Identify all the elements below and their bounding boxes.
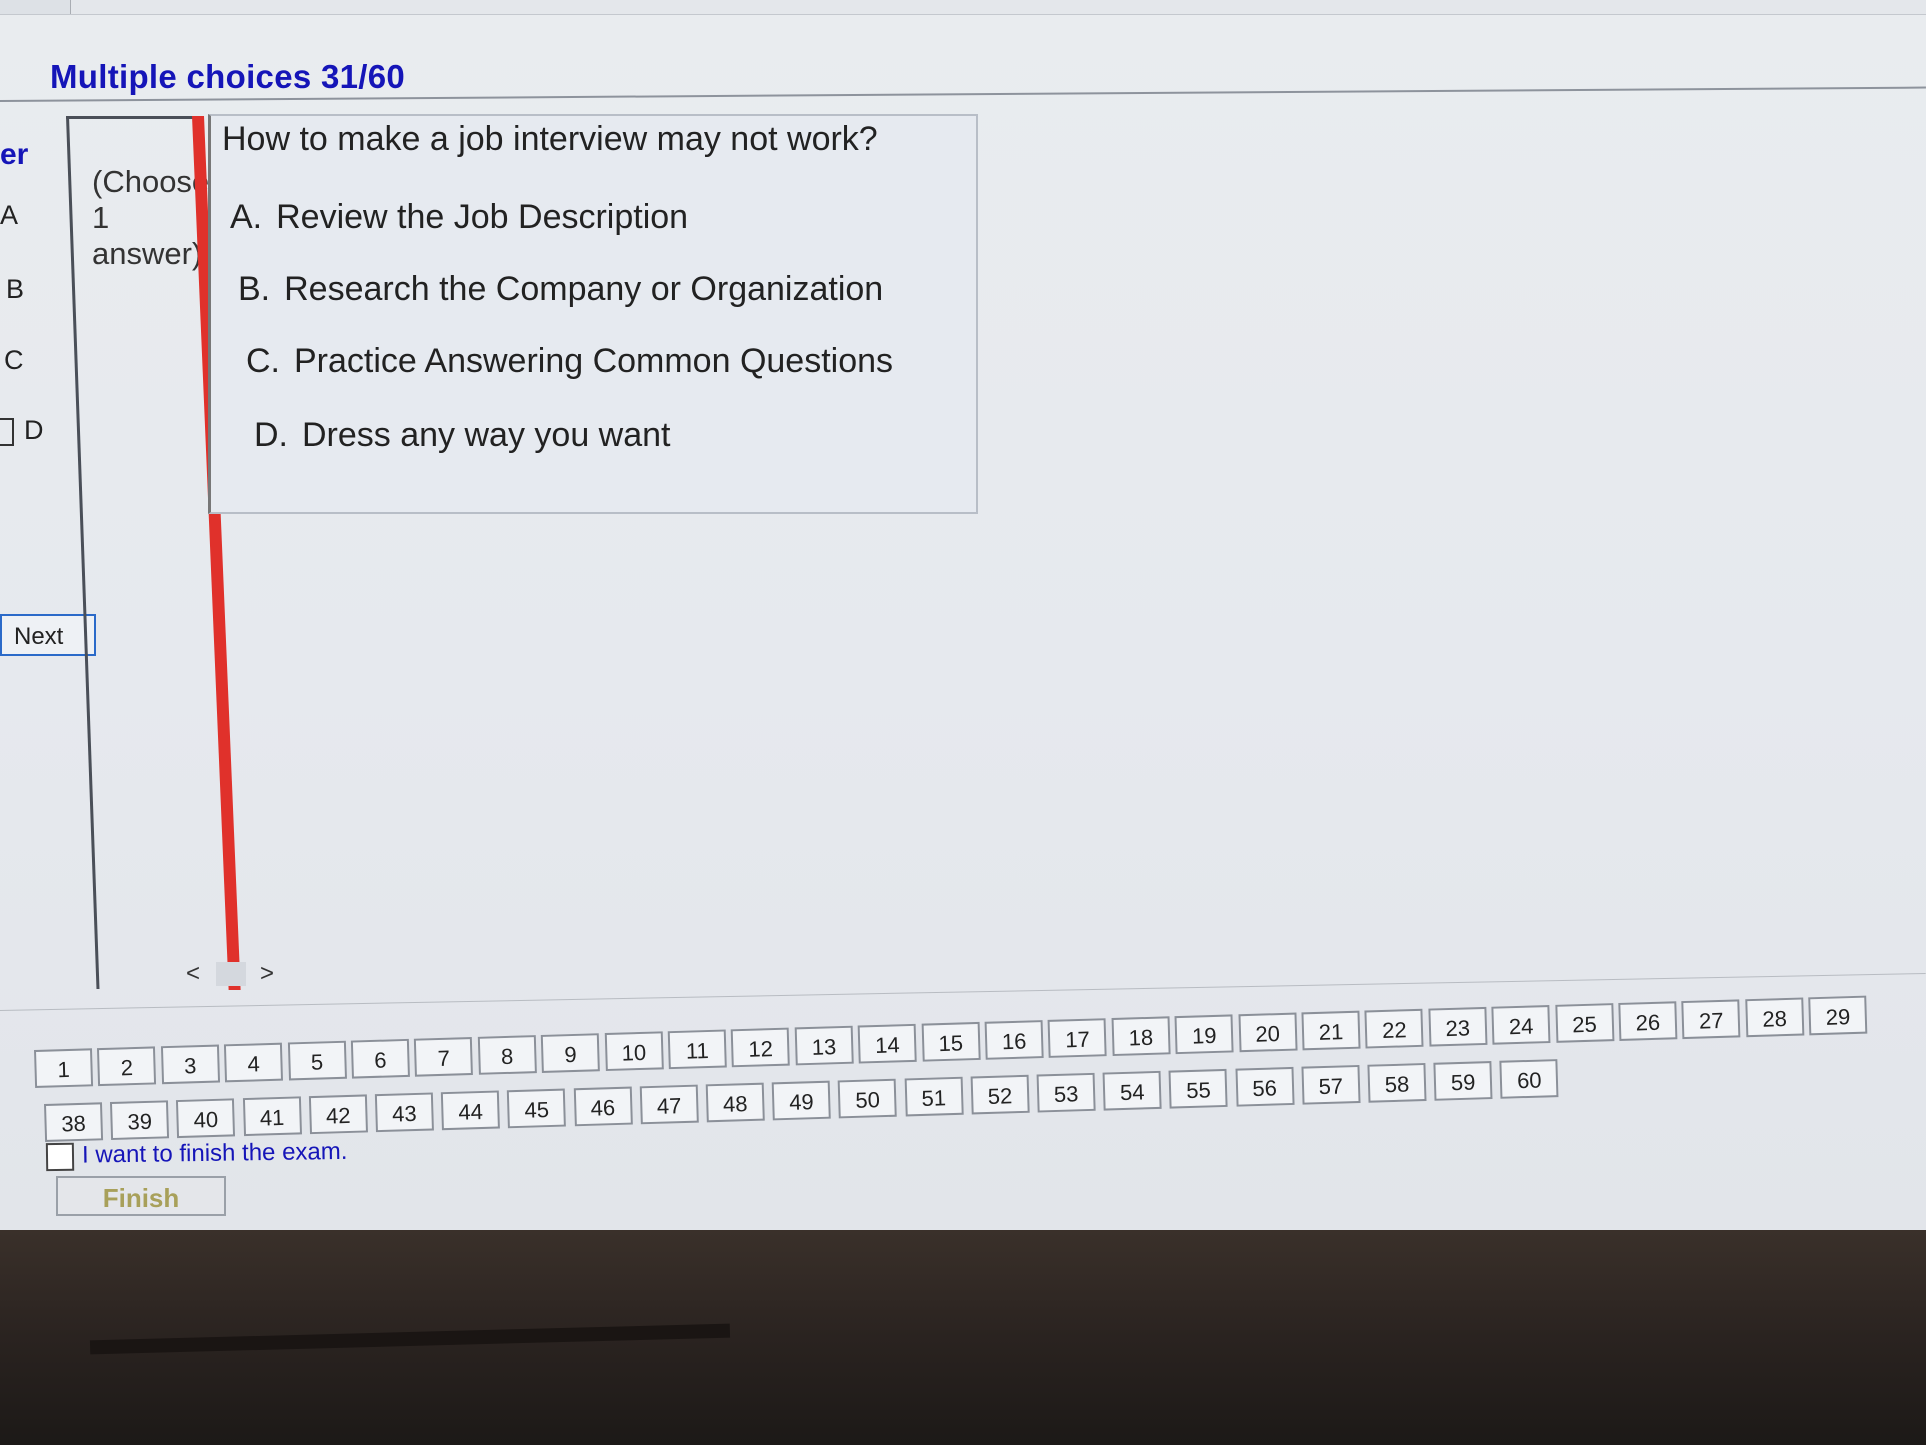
option-b-letter: B. [238,270,271,308]
question-nav-button[interactable]: 41 [242,1096,302,1137]
question-nav-button[interactable]: 54 [1102,1070,1162,1111]
question-nav-button[interactable]: 16 [984,1020,1044,1060]
question-nav-button[interactable]: 55 [1168,1068,1228,1109]
question-nav-button[interactable]: 12 [731,1027,791,1068]
answer-option-c-label: C [4,345,24,375]
question-nav-button[interactable]: 4 [224,1042,284,1083]
question-text: How to make a job interview may not work… [222,120,878,158]
question-nav-button[interactable]: 20 [1238,1012,1298,1053]
option-d-letter: D. [254,416,288,454]
question-nav-button[interactable]: 19 [1174,1014,1234,1055]
finish-checkbox-label: I want to finish the exam. [81,1137,348,1169]
question-nav-button[interactable]: 17 [1047,1018,1108,1058]
question-nav-button[interactable]: 22 [1364,1008,1424,1049]
answer-option-d-label: D [24,415,44,445]
finish-checkbox[interactable] [45,1142,75,1171]
answer-option-a[interactable]: A [0,200,18,231]
answer-option-a-label: A [0,200,19,230]
question-nav-button[interactable]: 51 [904,1076,964,1117]
finish-confirm-row[interactable]: I want to finish the exam. [45,1137,348,1171]
finish-button[interactable]: Finish [56,1176,226,1216]
question-nav-button[interactable]: 10 [604,1031,664,1072]
instruction-text: (Choose 1 answer) [92,164,210,271]
option-c: C. Practice Answering Common Questions [246,342,893,381]
answer-option-b[interactable]: B [6,274,24,305]
question-nav-button[interactable]: 8 [477,1035,537,1075]
question-nav-button[interactable]: 57 [1301,1064,1361,1105]
question-nav-button[interactable]: 26 [1618,1001,1678,1041]
exam-screen: Multiple choices 31/60 er A B C D Next (… [0,0,1926,1230]
question-nav-button[interactable]: 45 [507,1088,567,1129]
answer-panel-heading: er [0,138,29,171]
question-nav-button[interactable]: 53 [1036,1072,1096,1113]
question-nav-button[interactable]: 40 [176,1098,236,1139]
question-nav-button[interactable]: 14 [857,1023,917,1064]
question-nav-button[interactable]: 3 [160,1044,220,1085]
answer-option-c[interactable]: C [4,345,24,376]
question-nav-button[interactable]: 21 [1301,1010,1361,1051]
question-nav-row-1: 1 2 3 4 5 6 7 8 9 10 11 12 13 14 15 16 17 18 19 20 21 22 23 24 2… [34,993,1926,1088]
question-nav-button[interactable]: 60 [1499,1059,1559,1099]
option-a: A. Review the Job Description [230,198,688,237]
scroll-left-icon[interactable]: < [186,960,200,988]
horizontal-scrollbar[interactable]: < > [186,960,276,990]
question-nav-button[interactable]: 23 [1428,1006,1488,1047]
question-nav-button[interactable]: 48 [705,1082,765,1123]
question-nav-button[interactable]: 25 [1554,1003,1615,1043]
question-nav-button[interactable]: 2 [97,1046,157,1087]
question-nav-button[interactable]: 1 [34,1048,94,1088]
question-nav-button[interactable]: 24 [1491,1005,1551,1045]
question-nav-button[interactable]: 43 [374,1092,434,1133]
question-nav-button[interactable]: 39 [110,1100,170,1141]
option-a-letter: A. [230,198,263,236]
question-nav-button[interactable]: 5 [287,1040,347,1081]
scroll-right-icon[interactable]: > [260,960,274,988]
question-nav-button[interactable]: 13 [794,1025,854,1066]
page-title: Multiple choices 31/60 [50,58,406,95]
question-nav-button[interactable]: 42 [308,1094,368,1135]
question-nav-button[interactable]: 29 [1808,995,1868,1036]
question-nav-button[interactable]: 46 [573,1086,633,1127]
question-nav-button[interactable]: 6 [350,1038,410,1079]
question-nav-button[interactable]: 27 [1681,999,1741,1040]
question-nav-button[interactable]: 44 [441,1090,501,1131]
question-nav-button[interactable]: 58 [1367,1063,1427,1103]
question-nav-button[interactable]: 9 [540,1033,601,1073]
next-button[interactable]: Next [0,614,96,656]
option-d-text: Dress any way you want [302,416,671,454]
question-nav-button[interactable]: 38 [44,1102,104,1142]
top-tab [70,0,1926,14]
question-nav-button[interactable]: 28 [1745,997,1805,1038]
option-d: D. Dress any way you want [254,416,671,455]
question-nav-button[interactable]: 7 [414,1036,474,1077]
question-nav-button[interactable]: 50 [838,1078,898,1119]
question-nav-button[interactable]: 56 [1235,1066,1295,1107]
option-c-letter: C. [246,342,280,380]
question-nav-button[interactable]: 15 [921,1021,981,1062]
question-nav-button[interactable]: 11 [667,1029,727,1070]
question-nav-button[interactable]: 59 [1433,1061,1493,1101]
scroll-thumb[interactable] [216,962,246,986]
option-b: B. Research the Company or Organization [238,270,883,309]
answer-d-checkbox[interactable] [0,417,14,446]
option-c-text: Practice Answering Common Questions [294,342,894,380]
question-nav-button[interactable]: 52 [970,1074,1030,1115]
question-nav-button[interactable]: 18 [1111,1016,1171,1057]
top-bar [0,0,1926,15]
answer-option-b-label: B [6,274,25,304]
answer-option-d[interactable]: D [0,415,44,446]
question-nav-button[interactable]: 47 [639,1084,699,1125]
question-nav-button[interactable]: 49 [771,1080,831,1121]
option-a-text: Review the Job Description [276,198,689,236]
option-b-text: Research the Company or Organization [284,270,884,308]
